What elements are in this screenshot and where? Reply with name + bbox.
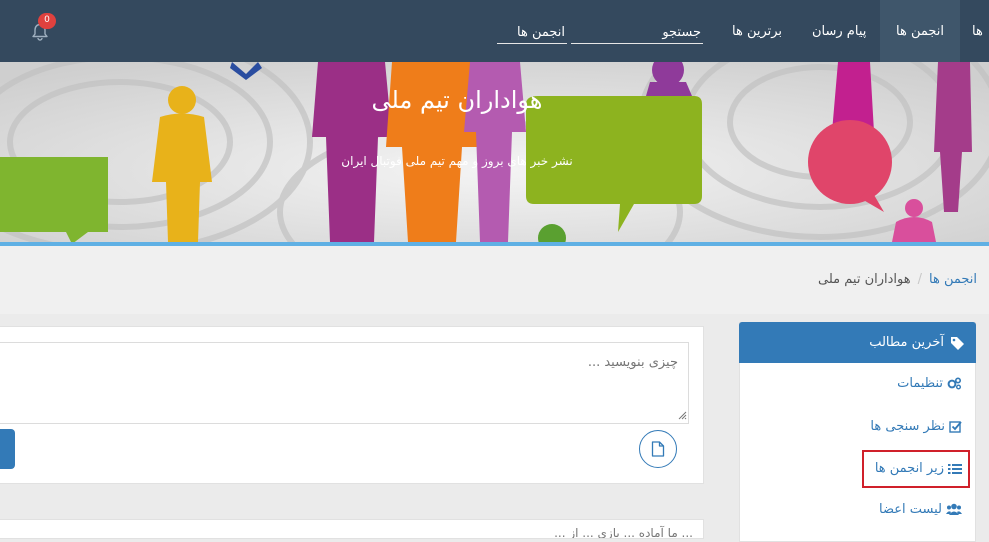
- sidebar-header[interactable]: آخرین مطالب: [739, 322, 976, 363]
- search-field[interactable]: جستجو: [571, 22, 703, 44]
- banner-title: هواداران تیم ملی: [371, 86, 543, 114]
- forum-banner: هواداران تیم ملی نشر خبر های بروز و مهم …: [0, 62, 989, 242]
- breadcrumb-link-forums[interactable]: انجمن ها: [929, 272, 977, 287]
- sidebar-item-settings[interactable]: تنظیمات: [897, 374, 962, 394]
- breadcrumb: انجمن ها / هواداران تیم ملی: [818, 272, 977, 287]
- resize-grip-icon[interactable]: [677, 410, 687, 420]
- nav-item-messenger[interactable]: پیام رسان: [812, 0, 866, 62]
- banner-subtitle: نشر خبر های بروز و مهم تیم ملی فوتبال ای…: [341, 154, 573, 168]
- notification-badge: 0: [38, 13, 56, 29]
- sidebar-item-members[interactable]: لیست اعضا: [879, 500, 962, 520]
- sidebar-header-label: آخرین مطالب: [869, 335, 944, 350]
- cogs-icon: [947, 377, 962, 390]
- file-icon: [651, 441, 665, 457]
- nav-item-top[interactable]: برترین ها: [732, 0, 782, 62]
- submit-post-button[interactable]: [0, 429, 15, 469]
- breadcrumb-current: هواداران تیم ملی: [818, 272, 911, 287]
- nav-item-forums[interactable]: انجمن ها: [880, 0, 960, 62]
- top-navbar: ها انجمن ها پیام رسان برترین ها جستجو ان…: [0, 0, 989, 62]
- highlight-annotation: [862, 450, 970, 488]
- next-post-preview: ... ما آماده ... بازی ... از ...: [554, 526, 693, 539]
- sidebar-item-label: نظر سنجی ها: [870, 419, 945, 434]
- attach-file-button[interactable]: [639, 430, 677, 468]
- post-textarea[interactable]: [0, 342, 689, 424]
- tags-icon: [951, 336, 964, 350]
- forum-select[interactable]: انجمن ها: [497, 22, 567, 44]
- search-label: جستجو: [662, 25, 701, 40]
- forum-select-value: انجمن ها: [517, 25, 565, 40]
- sidebar-item-label: لیست اعضا: [879, 502, 942, 517]
- nav-item-truncated[interactable]: ها: [972, 0, 983, 62]
- check-square-icon: [949, 421, 962, 433]
- next-post-panel: ... ما آماده ... بازی ... از ...: [0, 519, 704, 539]
- sidebar-item-polls[interactable]: نظر سنجی ها: [870, 417, 962, 437]
- breadcrumb-separator: /: [917, 272, 923, 287]
- users-icon: [946, 503, 962, 515]
- sidebar-item-label: تنظیمات: [897, 376, 943, 391]
